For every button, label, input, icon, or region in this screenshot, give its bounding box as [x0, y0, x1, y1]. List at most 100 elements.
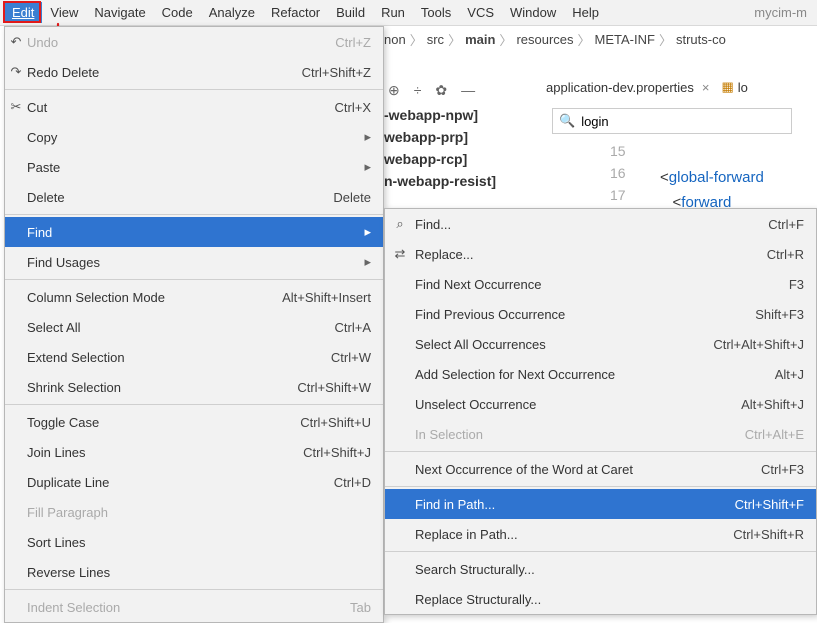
gear-icon[interactable]: ✿: [435, 82, 447, 99]
edit-item-redo-delete[interactable]: ↷Redo DeleteCtrl+Shift+Z: [5, 57, 383, 87]
find-item-find[interactable]: ⌕Find...Ctrl+F: [385, 209, 816, 239]
edit-item-reverse-lines[interactable]: Reverse Lines: [5, 557, 383, 587]
find-item-find-next-occurrence[interactable]: Find Next OccurrenceF3: [385, 269, 816, 299]
find-item-add-selection-for-next-occurrence[interactable]: Add Selection for Next OccurrenceAlt+J: [385, 359, 816, 389]
edit-item-copy[interactable]: Copy▸: [5, 122, 383, 152]
close-icon[interactable]: ×: [702, 80, 710, 95]
edit-item-shrink-selection[interactable]: Shrink SelectionCtrl+Shift+W: [5, 372, 383, 402]
menu-item-shortcut: Alt+Shift+J: [741, 397, 804, 412]
menu-item-shortcut: Ctrl+A: [335, 320, 371, 335]
menu-item-shortcut: Ctrl+W: [331, 350, 371, 365]
edit-item-sort-lines[interactable]: Sort Lines: [5, 527, 383, 557]
find-item-replace[interactable]: ⇄Replace...Ctrl+R: [385, 239, 816, 269]
menu-build[interactable]: Build: [328, 2, 373, 23]
submenu-arrow-icon: ▸: [359, 254, 371, 270]
menu-run[interactable]: Run: [373, 2, 413, 23]
menu-item-shortcut: Ctrl+Shift+J: [303, 445, 371, 460]
target-icon[interactable]: ⊕: [388, 82, 400, 99]
find-item-replace-structurally[interactable]: Replace Structurally...: [385, 584, 816, 614]
menu-navigate[interactable]: Navigate: [86, 2, 153, 23]
edit-item-cut[interactable]: ✂CutCtrl+X: [5, 92, 383, 122]
submenu-arrow-icon: ▸: [359, 129, 371, 145]
gutter: 15 16 17: [610, 140, 626, 206]
divide-icon[interactable]: ÷: [414, 82, 422, 98]
menu-item-label: Undo: [27, 35, 335, 50]
submenu-arrow-icon: ▸: [359, 159, 371, 175]
edit-item-find[interactable]: Find▸: [5, 217, 383, 247]
menu-item-label: Redo Delete: [27, 65, 302, 80]
edit-item-delete[interactable]: DeleteDelete: [5, 182, 383, 212]
edit-item-duplicate-line[interactable]: Duplicate LineCtrl+D: [5, 467, 383, 497]
project-toolbar: ⊕ ÷ ✿ —: [384, 72, 479, 108]
edit-separator: [5, 89, 383, 90]
menu-item-label: Paste: [27, 160, 359, 175]
menu-edit[interactable]: Edit: [4, 2, 42, 23]
edit-item-join-lines[interactable]: Join LinesCtrl+Shift+J: [5, 437, 383, 467]
edit-icon: ↶: [9, 34, 23, 50]
find-item-replace-in-path[interactable]: Replace in Path...Ctrl+Shift+R: [385, 519, 816, 549]
menu-item-label: Find: [27, 225, 359, 240]
edit-item-extend-selection[interactable]: Extend SelectionCtrl+W: [5, 342, 383, 372]
find-submenu: ⌕Find...Ctrl+F⇄Replace...Ctrl+RFind Next…: [384, 208, 817, 615]
tab-properties[interactable]: application-dev.properties×: [540, 78, 716, 97]
edit-item-fill-paragraph: Fill Paragraph: [5, 497, 383, 527]
menu-item-shortcut: Ctrl+Z: [335, 35, 371, 50]
menu-item-label: Cut: [27, 100, 335, 115]
menu-item-shortcut: Ctrl+F3: [761, 462, 804, 477]
find-item-search-structurally[interactable]: Search Structurally...: [385, 554, 816, 584]
find-separator: [385, 451, 816, 452]
project-name: mycim-m: [754, 5, 813, 20]
find-item-in-selection: In SelectionCtrl+Alt+E: [385, 419, 816, 449]
menu-item-label: Sort Lines: [27, 535, 371, 550]
find-item-find-previous-occurrence[interactable]: Find Previous OccurrenceShift+F3: [385, 299, 816, 329]
edit-separator: [5, 589, 383, 590]
menu-item-label: Indent Selection: [27, 600, 350, 615]
editor-tabs: application-dev.properties× ▦lo: [540, 74, 817, 100]
menu-item-label: Reverse Lines: [27, 565, 371, 580]
find-item-unselect-occurrence[interactable]: Unselect OccurrenceAlt+Shift+J: [385, 389, 816, 419]
menu-view[interactable]: View: [42, 2, 86, 23]
menu-analyze[interactable]: Analyze: [201, 2, 263, 23]
menu-item-label: Find in Path...: [415, 497, 735, 512]
menu-item-shortcut: Ctrl+D: [334, 475, 371, 490]
menu-item-label: Find Usages: [27, 255, 359, 270]
edit-dropdown: ↶ UndoCtrl+Z ↷Redo DeleteCtrl+Shift+Z ✂CutC…: [4, 26, 384, 623]
edit-item-select-all[interactable]: Select AllCtrl+A: [5, 312, 383, 342]
edit-item-column-selection-mode[interactable]: Column Selection ModeAlt+Shift+Insert: [5, 282, 383, 312]
breadcrumb: non〉 src〉 main〉 resources〉 META-INF〉 str…: [384, 26, 817, 52]
menu-item-shortcut: Tab: [350, 600, 371, 615]
edit-item-toggle-case[interactable]: Toggle CaseCtrl+Shift+U: [5, 407, 383, 437]
edit-item-paste[interactable]: Paste▸: [5, 152, 383, 182]
menu-item-label: Delete: [27, 190, 333, 205]
menu-help[interactable]: Help: [564, 2, 607, 23]
menu-tools[interactable]: Tools: [413, 2, 459, 23]
menu-item-shortcut: Delete: [333, 190, 371, 205]
find-item-find-in-path[interactable]: Find in Path...Ctrl+Shift+F: [385, 489, 816, 519]
editor-search[interactable]: 🔍 login: [552, 108, 792, 134]
menu-item-label: Column Selection Mode: [27, 290, 282, 305]
menu-item-shortcut: Ctrl+Shift+W: [297, 380, 371, 395]
menu-item-label: Add Selection for Next Occurrence: [415, 367, 775, 382]
edit-separator: [5, 404, 383, 405]
find-item-next-occurrence-of-the-word-at-caret[interactable]: Next Occurrence of the Word at CaretCtrl…: [385, 454, 816, 484]
menu-vcs[interactable]: VCS: [459, 2, 502, 23]
collapse-icon[interactable]: —: [461, 82, 475, 98]
menu-item-label: Fill Paragraph: [27, 505, 371, 520]
menu-item-label: Next Occurrence of the Word at Caret: [415, 462, 761, 477]
search-input[interactable]: login: [581, 114, 608, 129]
menu-refactor[interactable]: Refactor: [263, 2, 328, 23]
tab-lo[interactable]: ▦lo: [716, 77, 754, 97]
menu-item-label: In Selection: [415, 427, 745, 442]
menu-window[interactable]: Window: [502, 2, 564, 23]
menu-code[interactable]: Code: [154, 2, 201, 23]
find-item-select-all-occurrences[interactable]: Select All OccurrencesCtrl+Alt+Shift+J: [385, 329, 816, 359]
main-menubar: Edit View Navigate Code Analyze Refactor…: [0, 0, 817, 26]
edit-separator: [5, 279, 383, 280]
menu-item-shortcut: Ctrl+F: [768, 217, 804, 232]
menu-item-label: Replace in Path...: [415, 527, 733, 542]
edit-item-find-usages[interactable]: Find Usages▸: [5, 247, 383, 277]
find-icon: ⇄: [393, 246, 407, 262]
menu-item-label: Find...: [415, 217, 768, 232]
project-tree: -webapp-npw] webapp-prp] webapp-rcp] n-w…: [384, 104, 496, 192]
menu-item-label: Copy: [27, 130, 359, 145]
